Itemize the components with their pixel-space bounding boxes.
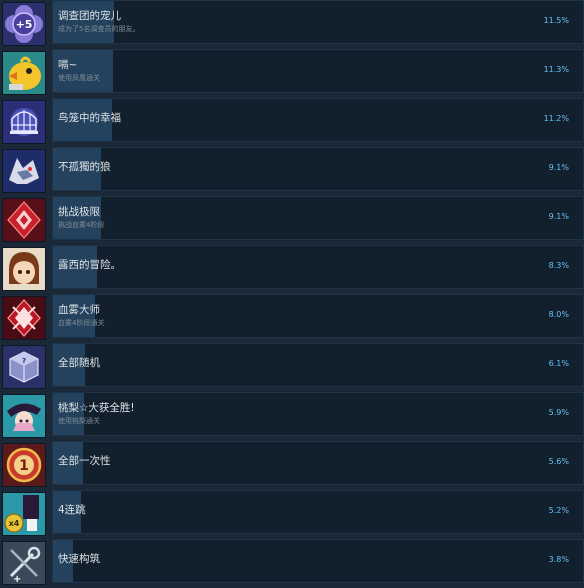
unlock-percentage: 8.3% [548,261,569,270]
achievement-description: 成为了5名调查员的朋友。 [58,25,140,33]
achievement-row[interactable]: +5 调查团的宠儿 成为了5名调查员的朋友。 11.5% [0,0,584,46]
svg-text:+5: +5 [16,18,33,31]
achievement-row[interactable]: x4 4连跳 5.2% [0,490,584,536]
achievement-row[interactable]: + 快速构筑 3.8% [0,539,584,585]
yellow-bird-icon [2,51,46,95]
achievement-row[interactable]: 不孤獨的狼 9.1% [0,147,584,193]
achievement-title: 嗝~ [58,59,78,71]
progress-bar: 快速构筑 3.8% [52,539,584,583]
svg-text:1: 1 [19,458,29,474]
achievement-title: 不孤獨的狼 [58,161,111,173]
plus-five-flower-icon: +5 [2,2,46,46]
build-tools-icon: + [2,541,46,585]
achievement-title: 全部随机 [58,357,100,369]
achievement-title: 桃梨☆大获全胜! [58,402,135,414]
unlock-percentage: 8.0% [548,310,569,319]
progress-bar: 挑战极限 挑战血雾4阶段 9.1% [52,196,584,240]
achievement-description: 挑战血雾4阶段 [58,221,105,229]
achievement-row[interactable]: 血雾大师 血雾4阶段通关 8.0% [0,294,584,340]
achievement-title: 快速构筑 [58,553,100,565]
achievement-title: 露西的冒险。 [58,259,121,271]
number-one-medal-icon: 1 [2,443,46,487]
achievement-title: 血雾大师 [58,304,100,316]
achievement-row[interactable]: 挑战极限 挑战血雾4阶段 9.1% [0,196,584,242]
achievement-title: 挑战极限 [58,206,100,218]
birdcage-icon [2,100,46,144]
achievement-list: +5 调查团的宠儿 成为了5名调查员的朋友。 11.5% 嗝~ 使用凤凰通关 1… [0,0,584,588]
unlock-percentage: 5.9% [548,408,569,417]
svg-text:x4: x4 [9,519,20,528]
lucy-portrait-icon [2,247,46,291]
times-four-coin-icon: x4 [2,492,46,536]
achievement-row[interactable]: 露西的冒险。 8.3% [0,245,584,291]
achievement-row[interactable]: 鸟笼中的幸福 11.2% [0,98,584,144]
achievement-description: 使用凤凰通关 [58,74,100,82]
unlock-percentage: 6.1% [548,359,569,368]
progress-bar: 全部随机 6.1% [52,343,584,387]
peach-character-icon [2,394,46,438]
achievement-title: 鸟笼中的幸福 [58,112,121,124]
progress-bar: 桃梨☆大获全胜! 使用桃梨通关 5.9% [52,392,584,436]
unlock-percentage: 9.1% [548,163,569,172]
progress-bar: 露西的冒险。 8.3% [52,245,584,289]
unlock-percentage: 11.3% [543,65,569,74]
unlock-percentage: 5.6% [548,457,569,466]
unlock-percentage: 11.2% [543,114,569,123]
progress-bar: 嗝~ 使用凤凰通关 11.3% [52,49,584,93]
random-dice-icon: ? [2,345,46,389]
svg-text:?: ? [22,357,26,365]
progress-bar: 全部一次性 5.6% [52,441,584,485]
achievement-row[interactable]: ? 全部随机 6.1% [0,343,584,389]
progress-bar: 调查团的宠儿 成为了5名调查员的朋友。 11.5% [52,0,584,44]
progress-bar: 鸟笼中的幸福 11.2% [52,98,584,142]
unlock-percentage: 9.1% [548,212,569,221]
achievement-description: 使用桃梨通关 [58,417,100,425]
unlock-percentage: 3.8% [548,555,569,564]
achievement-row[interactable]: 桃梨☆大获全胜! 使用桃梨通关 5.9% [0,392,584,438]
achievement-row[interactable]: 1 全部一次性 5.6% [0,441,584,487]
red-crystal-master-icon [2,296,46,340]
progress-bar: 不孤獨的狼 9.1% [52,147,584,191]
unlock-percentage: 5.2% [548,506,569,515]
wolf-icon [2,149,46,193]
progress-bar: 4连跳 5.2% [52,490,584,534]
svg-text:+: + [13,574,21,584]
achievement-title: 4连跳 [58,504,86,516]
progress-bar: 血雾大师 血雾4阶段通关 8.0% [52,294,584,338]
achievement-row[interactable]: 嗝~ 使用凤凰通关 11.3% [0,49,584,95]
achievement-title: 调查团的宠儿 [58,10,121,22]
achievement-description: 血雾4阶段通关 [58,319,105,327]
red-crystal-icon [2,198,46,242]
unlock-percentage: 11.5% [543,16,569,25]
achievement-title: 全部一次性 [58,455,111,467]
